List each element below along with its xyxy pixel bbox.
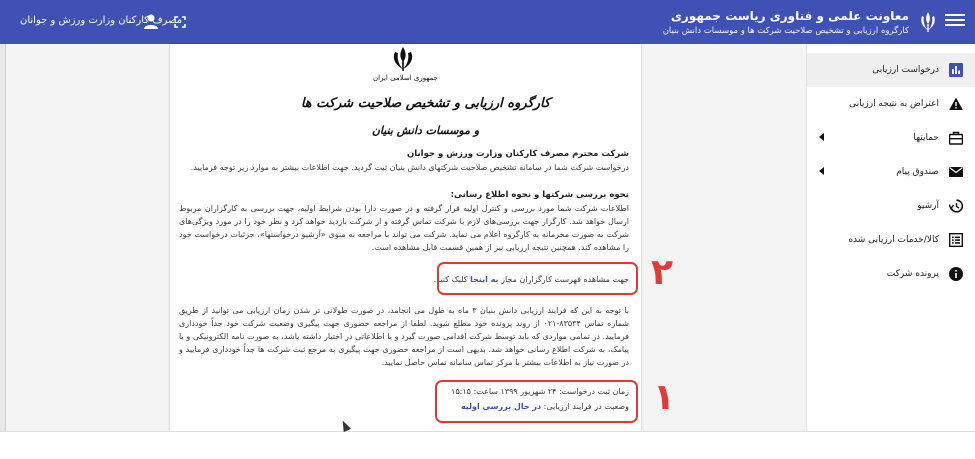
registration-letter: جمهوری اسلامی ایران کارگروه ارزیابی و تش… <box>170 44 641 431</box>
annotation-number-2: ۲ <box>651 252 673 293</box>
bottom-strip <box>0 431 975 459</box>
intro-paragraph: درخواست شرکت شما در سامانه تشخیص صلاحیت … <box>190 163 629 172</box>
nav-item-evaluation-request[interactable]: درخواست ارزیابی <box>807 53 975 87</box>
person-icon[interactable] <box>144 14 158 29</box>
nav-item-archive[interactable]: آرشیو <box>807 189 975 223</box>
nav-item-company-file[interactable]: پرونده شرکت <box>807 257 975 291</box>
nav-item-inbox[interactable]: صندوق پیام <box>807 155 975 189</box>
app-bar: معاونت علمی و فناوری ریاست جمهوری کارگرو… <box>0 0 975 44</box>
nav-item-label: درخواست ارزیابی <box>872 65 939 75</box>
briefcase-icon <box>949 131 963 145</box>
history-icon <box>949 199 963 213</box>
letterhead-title: کارگروه ارزیابی و تشخیص صلاحیت شرکت ها <box>300 96 551 111</box>
warning-icon <box>949 97 963 110</box>
nav-item-label: صندوق پیام <box>896 167 939 177</box>
left-scroll-edge <box>0 44 6 431</box>
chevron-left-icon <box>819 167 824 175</box>
navigation-drawer: درخواست ارزیابی اعتراض به نتیجه ارزیابی … <box>806 44 975 431</box>
nav-item-label: کالا/خدمات ارزیابی شده <box>848 235 939 245</box>
iran-emblem-icon <box>921 12 935 32</box>
iran-emblem-icon <box>393 47 413 71</box>
list-icon <box>949 233 963 247</box>
letterhead-subtitle: و موسسات دانش بنیان <box>371 124 480 137</box>
greeting: شرکت محترم مصرف کارکنان وزارت ورزش و جوا… <box>407 149 629 159</box>
bar-chart-icon <box>949 63 963 77</box>
info-icon <box>949 267 963 281</box>
hamburger-menu-icon[interactable] <box>945 11 965 31</box>
nav-item-label: آرشیو <box>917 201 939 211</box>
nav-item-label: اعتراض به نتیجه ارزیابی <box>849 99 939 109</box>
letterhead-country: جمهوری اسلامی ایران <box>373 74 438 82</box>
chevron-left-icon <box>819 133 824 141</box>
section-paragraph: اطلاعات شرکت شما مورد بررسی و کنترل اولی… <box>179 204 629 252</box>
fullscreen-icon[interactable] <box>174 16 186 28</box>
nav-item-supports[interactable]: حمایتها <box>807 121 975 155</box>
nav-item-label: حمایتها <box>913 133 939 143</box>
section-title: نحوه بررسی شرکتها و نحوه اطلاع رسانی: <box>450 190 629 200</box>
followup-paragraph: با توجه به این که فرایند ارزیابی دانش بن… <box>179 306 630 367</box>
app-subtitle: کارگروه ارزیابی و تشخیص صلاحیت شرکت ها و… <box>662 26 909 36</box>
annotation-box-2 <box>437 262 638 295</box>
envelope-icon <box>949 167 963 177</box>
nav-item-evaluated-goods[interactable]: کالا/خدمات ارزیابی شده <box>807 223 975 257</box>
annotation-box-1 <box>435 380 638 423</box>
app-title: معاونت علمی و فناوری ریاست جمهوری <box>670 9 909 23</box>
nav-item-label: پرونده شرکت <box>886 269 939 279</box>
nav-item-objection[interactable]: اعتراض به نتیجه ارزیابی <box>807 87 975 121</box>
annotation-number-1: ۱ <box>653 377 675 418</box>
